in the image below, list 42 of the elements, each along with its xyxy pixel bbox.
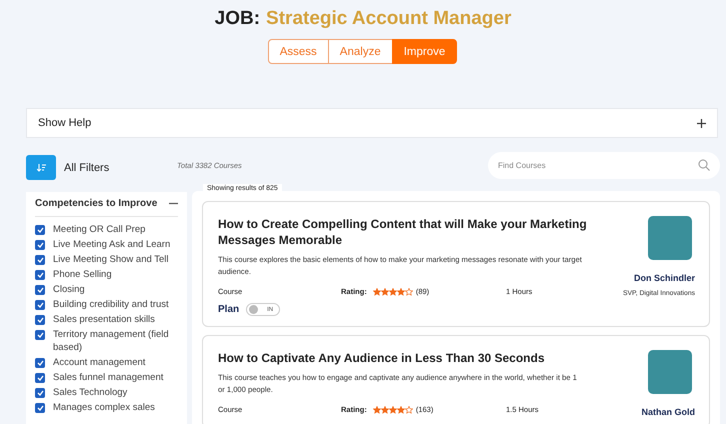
course-title[interactable]: How to Create Compelling Content that will Make your Marketing Messages Memorable <box>218 216 595 248</box>
author-name[interactable]: Don Schindler <box>634 273 695 283</box>
checkbox[interactable] <box>35 300 45 310</box>
competency-label: Manages complex sales <box>53 401 155 414</box>
competency-label: Sales Technology <box>53 386 128 399</box>
checkbox[interactable] <box>35 270 45 280</box>
search-field[interactable]: Find Courses <box>488 152 720 179</box>
photo-placeholder <box>648 216 692 260</box>
competency-label: Meeting OR Call Prep <box>53 223 146 236</box>
help-bar[interactable]: Show Help <box>26 108 718 138</box>
competency-label: Live Meeting Ask and Learn <box>53 238 170 251</box>
competency-label: Building credibility and trust <box>53 298 169 311</box>
checkbox[interactable] <box>35 358 45 368</box>
competency-label: Closing <box>53 283 85 296</box>
competency-label: Territory management (field based) <box>53 328 170 354</box>
checkbox[interactable] <box>35 240 45 250</box>
checkbox[interactable] <box>35 403 45 413</box>
checkbox[interactable] <box>35 285 45 295</box>
photo-placeholder <box>648 350 692 394</box>
help-label: Show Help <box>38 117 92 129</box>
search-icon <box>698 159 710 171</box>
competency-label: Live Meeting Show and Tell <box>53 253 168 266</box>
sort-icon <box>36 164 46 172</box>
filter-button[interactable] <box>26 155 56 180</box>
plus-icon[interactable] <box>697 118 706 128</box>
checkbox[interactable] <box>35 225 45 235</box>
competency-label: Sales funnel management <box>53 371 164 384</box>
author-name[interactable]: Nathan Gold <box>642 407 695 417</box>
checkbox[interactable] <box>35 330 45 340</box>
job-prefix: JOB: <box>214 8 260 30</box>
competency-label: Account management <box>53 356 146 369</box>
course-title[interactable]: How to Captivate Any Audience in Less Than 30 Seconds <box>218 350 595 366</box>
panel-title: Competencies to Improve <box>35 198 158 209</box>
checkbox[interactable] <box>35 255 45 265</box>
competency-label: Phone Selling <box>53 268 112 281</box>
filters-label: All Filters <box>64 162 110 174</box>
job-title: Strategic Account Manager <box>266 8 512 30</box>
competency-label: Sales presentation skills <box>53 313 155 326</box>
plan-label: Plan <box>218 304 240 315</box>
checkbox[interactable] <box>35 388 45 398</box>
checkbox[interactable] <box>35 373 45 383</box>
checkbox[interactable] <box>35 315 45 325</box>
